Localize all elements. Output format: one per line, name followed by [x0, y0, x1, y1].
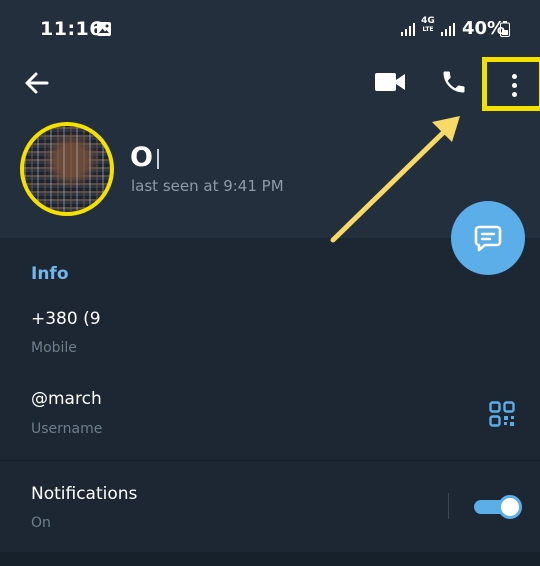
phone-number[interactable]: +380 (9: [31, 309, 101, 329]
message-fab-button[interactable]: [451, 201, 525, 275]
info-section-title: Info: [31, 264, 69, 284]
username-label: Username: [31, 421, 103, 437]
status-bar: 11:16 4G LTE 40%: [0, 0, 540, 60]
battery-icon: [500, 21, 510, 37]
toggle-knob: [498, 495, 522, 519]
signal-icon-2: [441, 23, 455, 36]
last-seen-status: last seen at 9:41 PM: [131, 177, 284, 195]
more-dot-bottom: [512, 92, 517, 97]
username-value[interactable]: @march: [31, 389, 102, 409]
notifications-toggle[interactable]: [474, 495, 522, 519]
phone-label: Mobile: [31, 340, 77, 356]
notifications-title[interactable]: Notifications: [31, 484, 137, 504]
message-icon: [474, 225, 502, 252]
contact-name: O: [130, 142, 153, 173]
vertical-divider: [448, 493, 449, 519]
notifications-state: On: [31, 515, 51, 531]
more-dot-middle: [512, 83, 517, 88]
battery-percent: 40%: [462, 18, 506, 39]
video-camera-icon[interactable]: [374, 70, 406, 94]
contact-avatar[interactable]: [20, 122, 114, 216]
more-options-button[interactable]: [482, 57, 540, 111]
section-divider: [0, 460, 540, 461]
network-type-indicator: 4G LTE: [421, 16, 435, 34]
qr-code-icon[interactable]: [489, 401, 515, 427]
status-time: 11:16: [40, 18, 103, 40]
more-vertical-icon: [512, 74, 517, 79]
signal-icon: [401, 23, 415, 36]
back-arrow-icon[interactable]: [22, 68, 52, 98]
text-cursor: [157, 149, 159, 169]
avatar-image: [24, 126, 110, 212]
bottom-section-edge: [0, 552, 540, 566]
phone-icon[interactable]: [440, 68, 468, 96]
gallery-icon: [97, 22, 111, 36]
